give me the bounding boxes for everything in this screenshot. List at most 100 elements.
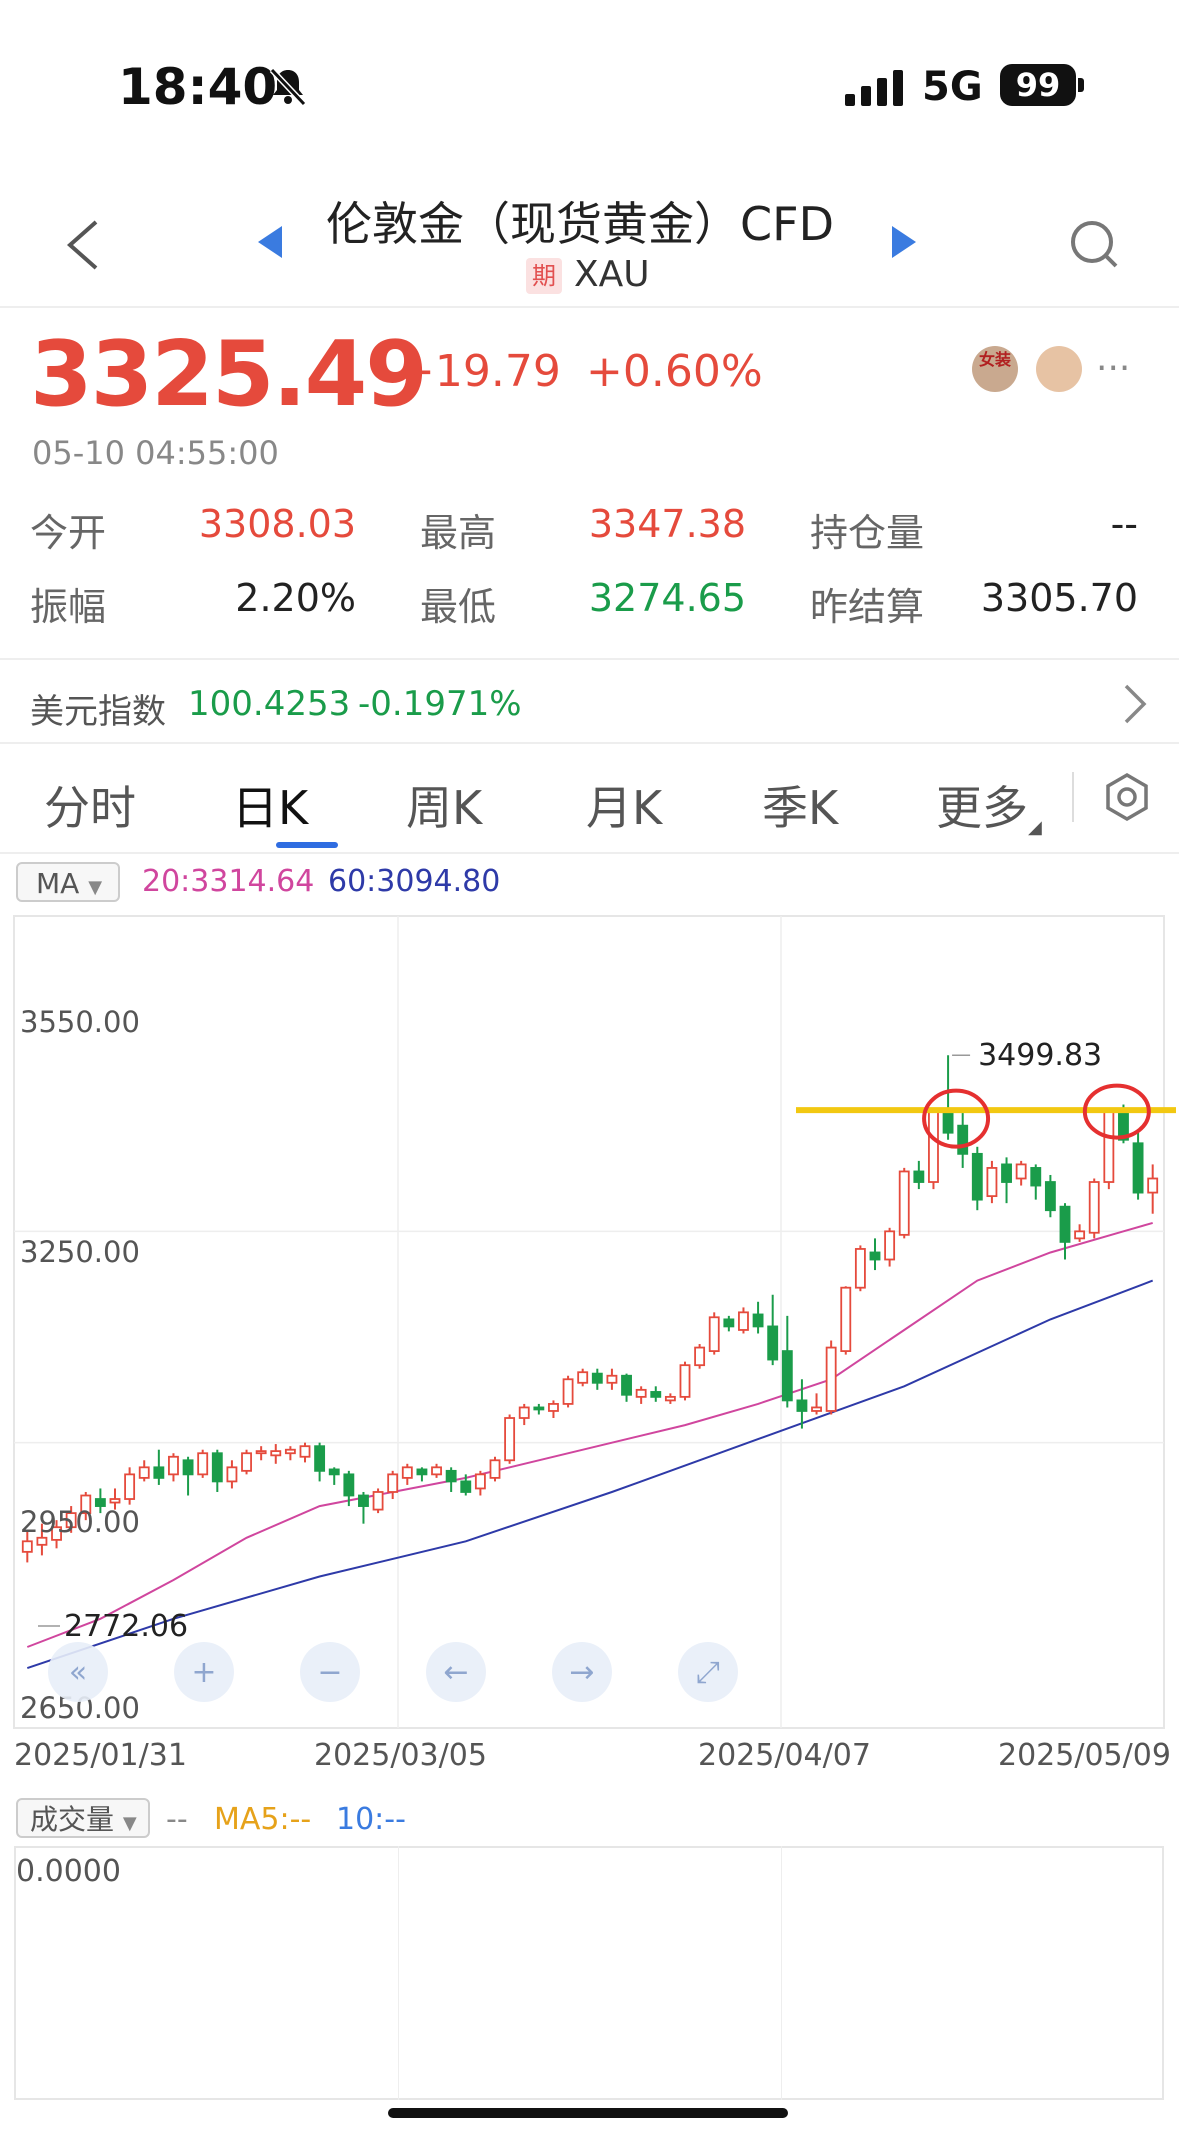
candle-body: [621, 1374, 632, 1396]
stat-label: 振幅: [30, 585, 107, 629]
candle-body: [533, 1406, 545, 1411]
x-tick-label: 2025/04/07: [698, 1738, 871, 1773]
stat-label: 最高: [420, 511, 497, 555]
tab-daily-k[interactable]: 日K: [232, 772, 308, 838]
candle-body: [314, 1445, 326, 1472]
candle: [840, 1286, 852, 1355]
candle-body: [869, 1251, 881, 1261]
chevron-right-icon: [1124, 684, 1147, 724]
candle-body: [898, 1170, 910, 1236]
indicator-selector-label: MA: [36, 867, 80, 900]
stat-value: --: [1110, 502, 1138, 546]
volume-selector[interactable]: 成交量 ▼: [16, 1798, 150, 1838]
candle-body: [928, 1110, 939, 1183]
volume-ma5: MA5:--: [214, 1802, 312, 1837]
candle-body: [1030, 1167, 1042, 1187]
candle-body: [913, 1170, 925, 1183]
next-symbol-icon[interactable]: [892, 226, 916, 258]
ma60-value: 60:3094.80: [328, 864, 501, 899]
zoom-out-icon[interactable]: −: [300, 1642, 360, 1702]
control-glyph: →: [569, 1655, 594, 1690]
tab-weekly-k[interactable]: 周K: [406, 772, 482, 838]
candle-body: [957, 1124, 969, 1155]
candle-body: [548, 1403, 559, 1412]
tab-more-label: 更多: [936, 781, 1028, 835]
control-glyph: −: [317, 1655, 342, 1690]
candle: [489, 1456, 501, 1482]
stat-value: 3274.65: [588, 576, 746, 620]
home-indicator: [388, 2108, 788, 2118]
indicator-selector[interactable]: MA ▼: [16, 862, 120, 902]
stat-label: 最低: [420, 585, 497, 629]
bell-muted-icon: [269, 67, 307, 106]
volume-panel: [14, 1846, 1164, 2100]
candle-body: [562, 1378, 574, 1405]
candle-body: [1001, 1163, 1012, 1183]
stat-value: 2.20%: [235, 576, 356, 620]
avatar[interactable]: 女装: [972, 346, 1018, 392]
candle-body: [781, 1350, 793, 1402]
candle-body: [796, 1399, 808, 1412]
high-price-label: 3499.83: [978, 1038, 1102, 1073]
page-title: 伦敦金（现货黄金）CFD: [326, 197, 834, 251]
search-icon[interactable]: [1068, 218, 1120, 270]
reset-zoom-icon[interactable]: ⤢: [678, 1642, 738, 1702]
candle-body: [518, 1406, 530, 1419]
stat-label: 今开: [30, 511, 107, 555]
quote-timestamp: 05-10 04:55:00: [32, 434, 279, 472]
candle-body: [840, 1286, 852, 1352]
back-icon[interactable]: [62, 218, 102, 272]
usd-index-value: 100.4253: [188, 684, 351, 724]
tab-monthly-k[interactable]: 月K: [586, 772, 662, 838]
rewind-icon[interactable]: «: [48, 1642, 108, 1702]
more-icon[interactable]: ···: [1096, 348, 1130, 389]
candle-body: [723, 1318, 735, 1328]
tab-intraday[interactable]: 分时: [44, 772, 136, 838]
candle-body: [708, 1316, 720, 1352]
candle-body: [474, 1473, 486, 1490]
control-glyph: ⤢: [696, 1655, 720, 1690]
pan-right-icon[interactable]: →: [552, 1642, 612, 1702]
candle-body: [431, 1466, 442, 1476]
low-price-label: 2772.06: [64, 1609, 188, 1644]
settings-icon[interactable]: [1102, 772, 1152, 822]
battery-icon: 99: [1000, 64, 1076, 106]
candle-body: [1088, 1181, 1100, 1234]
candle: [1088, 1178, 1100, 1239]
candle-body: [270, 1450, 282, 1457]
stat-label: 持仓量: [810, 511, 925, 555]
x-tick-label: 2025/01/31: [14, 1738, 187, 1773]
y-tick-label: 3250.00: [20, 1235, 140, 1269]
avatar[interactable]: [1036, 346, 1082, 392]
candle: [986, 1160, 998, 1204]
candle-body: [606, 1374, 618, 1384]
candle-body: [825, 1346, 837, 1412]
zoom-in-icon[interactable]: +: [174, 1642, 234, 1702]
candle-body: [401, 1466, 413, 1479]
candle-body: [679, 1364, 691, 1398]
tab-separator: [1072, 772, 1074, 822]
symbol-code: XAU: [574, 254, 650, 295]
candle: [372, 1488, 384, 1514]
stat-value: 3308.03: [198, 502, 356, 546]
candle-body: [811, 1406, 822, 1412]
pan-left-icon[interactable]: ←: [426, 1642, 486, 1702]
candle: [694, 1344, 706, 1369]
control-glyph: «: [69, 1655, 87, 1690]
candle: [241, 1449, 252, 1475]
tab-more[interactable]: 更多◢: [936, 772, 1042, 838]
candle-body: [416, 1468, 428, 1476]
candlestick-chart[interactable]: 3550.003250.002950.002650.003499.832772.…: [0, 912, 1179, 1732]
usd-index-row[interactable]: 美元指数 100.4253 -0.1971%: [0, 660, 1179, 740]
candle-body: [942, 1110, 954, 1134]
volume-axis-value: 0.0000: [16, 1854, 121, 1889]
stat-label: 昨结算: [810, 585, 925, 629]
candle-body: [197, 1452, 209, 1476]
tab-quarterly-k[interactable]: 季K: [762, 772, 838, 838]
prev-symbol-icon[interactable]: [258, 226, 282, 258]
candle: [708, 1312, 720, 1355]
candle-body: [884, 1230, 896, 1261]
divider: [0, 306, 1179, 308]
candle-body: [284, 1448, 296, 1455]
caret-down-icon: ▼: [88, 877, 103, 898]
